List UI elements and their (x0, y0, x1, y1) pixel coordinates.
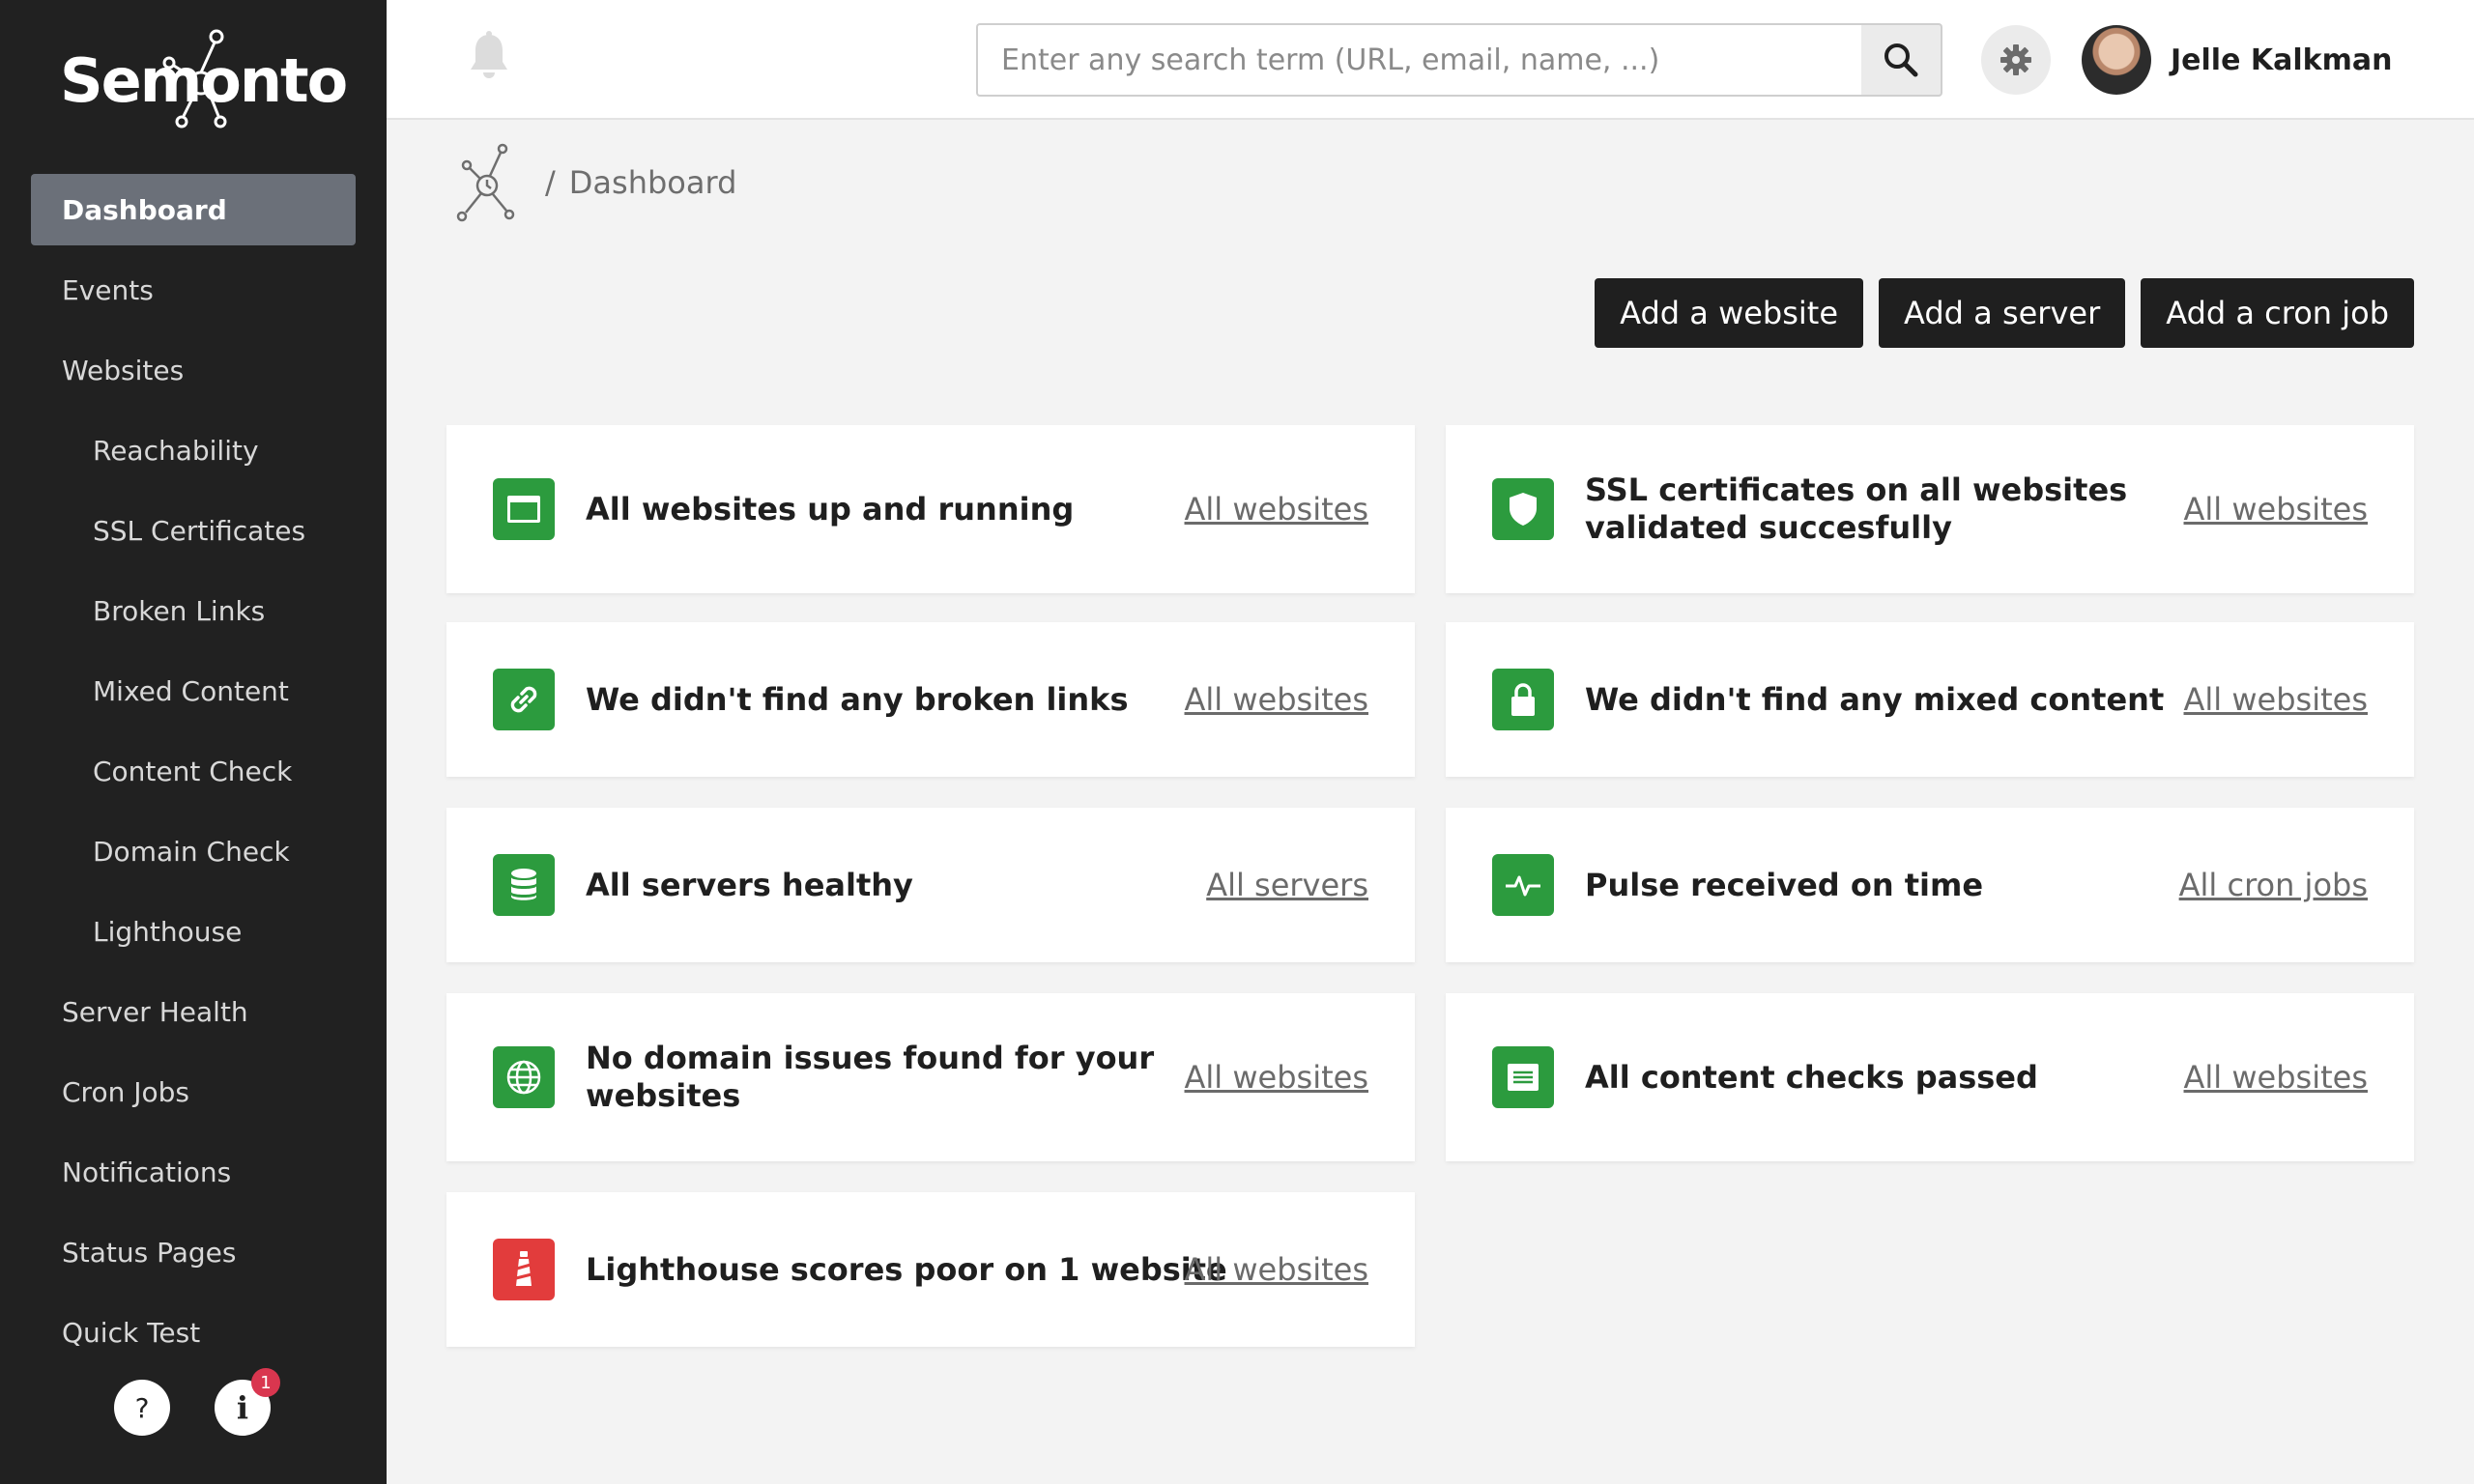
breadcrumb-current: Dashboard (568, 164, 737, 201)
card-title: SSL certificates on all websites validate… (1585, 471, 2128, 546)
sidebar-item-domain-check[interactable]: Domain Check (31, 815, 356, 887)
sidebar-footer: ? i 1 (114, 1368, 280, 1436)
sidebar: Semonto Dashboard Events Websites Reacha… (0, 0, 387, 1484)
card-domain-check: No domain issues found for your websites … (446, 993, 1415, 1161)
database-icon (493, 854, 555, 916)
add-website-button[interactable]: Add a website (1595, 278, 1864, 348)
sidebar-item-websites[interactable]: Websites (31, 334, 356, 406)
add-server-button[interactable]: Add a server (1879, 278, 2126, 348)
sidebar-item-mixed-content[interactable]: Mixed Content (31, 655, 356, 727)
info-button[interactable]: i 1 (215, 1368, 280, 1436)
card-mixed-content: We didn't find any mixed content All web… (1446, 622, 2414, 777)
semonto-logo[interactable]: Semonto (60, 27, 348, 133)
search-button[interactable] (1861, 23, 1942, 97)
card-title: All servers healthy (586, 866, 913, 903)
sidebar-item-quick-test[interactable]: Quick Test (31, 1297, 356, 1368)
card-title: No domain issues found for your websites (586, 1040, 1155, 1114)
home-network-icon[interactable] (452, 143, 518, 222)
notification-badge: 1 (251, 1368, 280, 1397)
sidebar-nav: Dashboard Events Websites Reachability S… (31, 174, 356, 1377)
all-cron-jobs-link[interactable]: All cron jobs (2179, 867, 2368, 903)
shield-icon (1492, 478, 1554, 540)
all-websites-link[interactable]: All websites (2184, 1059, 2368, 1096)
card-cron-pulse: Pulse received on time All cron jobs (1446, 808, 2414, 962)
card-title: Pulse received on time (1585, 866, 1984, 903)
sidebar-item-server-health[interactable]: Server Health (31, 976, 356, 1047)
card-title: Lighthouse scores poor on 1 website (586, 1250, 1227, 1288)
link-icon (493, 669, 555, 730)
info-icon: i (236, 1389, 249, 1426)
search-bar (976, 23, 1942, 97)
all-websites-link[interactable]: All websites (1185, 681, 1368, 718)
all-websites-link[interactable]: All websites (1185, 1251, 1368, 1288)
sidebar-item-content-check[interactable]: Content Check (31, 735, 356, 807)
pulse-icon (1492, 854, 1554, 916)
bell-icon[interactable] (468, 31, 510, 85)
top-header: Jelle Kalkman (387, 0, 2474, 120)
card-title: We didn't find any mixed content (1585, 680, 2165, 718)
brand-name: Semonto (60, 44, 348, 116)
card-title: We didn't find any broken links (586, 680, 1129, 718)
browser-window-icon (493, 478, 555, 540)
card-ssl-status: SSL certificates on all websites validate… (1446, 425, 2414, 593)
sidebar-item-cron-jobs[interactable]: Cron Jobs (31, 1056, 356, 1127)
all-websites-link[interactable]: All websites (2184, 491, 2368, 528)
card-server-health: All servers healthy All servers (446, 808, 1415, 962)
sidebar-item-broken-links[interactable]: Broken Links (31, 575, 356, 646)
help-button[interactable]: ? (114, 1380, 170, 1436)
card-title: All websites up and running (586, 490, 1075, 528)
sidebar-item-status-pages[interactable]: Status Pages (31, 1216, 356, 1288)
breadcrumb: / Dashboard (452, 143, 736, 222)
user-menu[interactable]: Jelle Kalkman (2082, 23, 2392, 97)
sidebar-item-ssl-certificates[interactable]: SSL Certificates (31, 495, 356, 566)
all-servers-link[interactable]: All servers (1206, 867, 1368, 903)
sidebar-item-lighthouse[interactable]: Lighthouse (31, 896, 356, 967)
settings-button[interactable] (1981, 25, 2051, 95)
search-input[interactable] (976, 23, 1861, 97)
sidebar-item-reachability[interactable]: Reachability (31, 414, 356, 486)
sidebar-item-events[interactable]: Events (31, 254, 356, 326)
all-websites-link[interactable]: All websites (1185, 491, 1368, 528)
all-websites-link[interactable]: All websites (2184, 681, 2368, 718)
card-broken-links: We didn't find any broken links All webs… (446, 622, 1415, 777)
lock-icon (1492, 669, 1554, 730)
action-buttons: Add a website Add a server Add a cron jo… (1595, 278, 2414, 348)
sidebar-item-dashboard[interactable]: Dashboard (31, 174, 356, 245)
card-content-check: All content checks passed All websites (1446, 993, 2414, 1161)
card-title: All content checks passed (1585, 1058, 2038, 1096)
globe-icon (493, 1046, 555, 1108)
add-cron-job-button[interactable]: Add a cron job (2141, 278, 2414, 348)
lighthouse-icon (493, 1239, 555, 1300)
card-websites-status: All websites up and running All websites (446, 425, 1415, 593)
gear-icon (2000, 44, 2031, 75)
search-icon (1884, 43, 1918, 77)
breadcrumb-separator: / (545, 164, 556, 201)
help-icon: ? (134, 1391, 150, 1424)
card-lighthouse: Lighthouse scores poor on 1 website All … (446, 1192, 1415, 1347)
sidebar-item-notifications[interactable]: Notifications (31, 1136, 356, 1208)
document-icon (1492, 1046, 1554, 1108)
all-websites-link[interactable]: All websites (1185, 1059, 1368, 1096)
user-name: Jelle Kalkman (2171, 43, 2393, 77)
avatar (2082, 25, 2151, 95)
